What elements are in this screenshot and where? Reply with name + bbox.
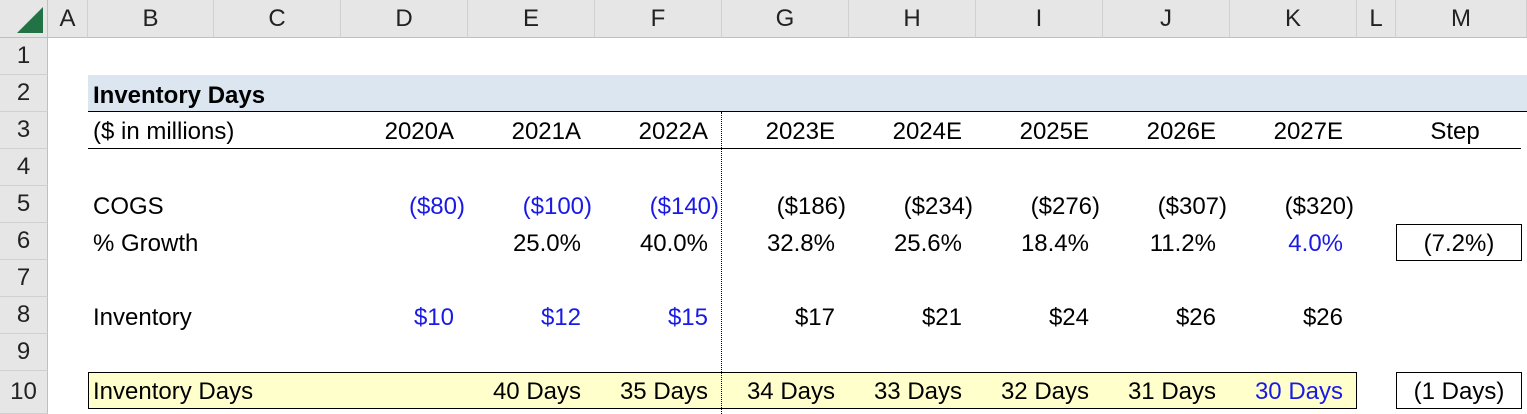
column-header-a[interactable]: A bbox=[48, 0, 88, 38]
inventory-days-2025e[interactable]: 32 Days bbox=[976, 373, 1089, 410]
inventory-days-2024e[interactable]: 33 Days bbox=[849, 373, 962, 410]
column-header-m[interactable]: M bbox=[1396, 0, 1527, 38]
select-all-corner[interactable] bbox=[0, 0, 48, 38]
year-2023e[interactable]: 2023E bbox=[722, 113, 835, 150]
cogs-2021a[interactable]: ($100) bbox=[468, 188, 592, 225]
inventory-2022a[interactable]: $15 bbox=[595, 299, 708, 336]
row-header-2[interactable]: 2 bbox=[0, 75, 48, 112]
inventory-days-2021a[interactable]: 40 Days bbox=[468, 373, 581, 410]
sheet-title[interactable]: Inventory Days bbox=[93, 77, 265, 114]
growth-2024e[interactable]: 25.6% bbox=[849, 225, 962, 262]
growth-2027e[interactable]: 4.0% bbox=[1230, 225, 1343, 262]
year-2027e[interactable]: 2027E bbox=[1230, 113, 1343, 150]
inventory-2024e[interactable]: $21 bbox=[849, 299, 962, 336]
growth-label[interactable]: % Growth bbox=[93, 225, 198, 262]
step-header[interactable]: Step bbox=[1396, 113, 1514, 150]
column-header-f[interactable]: F bbox=[595, 0, 722, 38]
growth-step-value[interactable]: (7.2%) bbox=[1396, 225, 1522, 262]
inventory-2023e[interactable]: $17 bbox=[722, 299, 835, 336]
year-2026e[interactable]: 2026E bbox=[1103, 113, 1216, 150]
row-header-9[interactable]: 9 bbox=[0, 334, 48, 371]
inventory-days-2027e[interactable]: 30 Days bbox=[1230, 373, 1343, 410]
inventory-2027e[interactable]: $26 bbox=[1230, 299, 1343, 336]
row-header-3[interactable]: 3 bbox=[0, 112, 48, 149]
row-header-4[interactable]: 4 bbox=[0, 149, 48, 186]
year-2025e[interactable]: 2025E bbox=[976, 113, 1089, 150]
year-2020a[interactable]: 2020A bbox=[341, 113, 454, 150]
inventory-days-step-value[interactable]: (1 Days) bbox=[1396, 373, 1522, 410]
growth-2021a[interactable]: 25.0% bbox=[468, 225, 581, 262]
inventory-days-2023e[interactable]: 34 Days bbox=[722, 373, 835, 410]
row-header-1[interactable]: 1 bbox=[0, 38, 48, 75]
inventory-days-label[interactable]: Inventory Days bbox=[93, 373, 253, 410]
year-2024e[interactable]: 2024E bbox=[849, 113, 962, 150]
year-2021a[interactable]: 2021A bbox=[468, 113, 581, 150]
cogs-2025e[interactable]: ($276) bbox=[976, 188, 1100, 225]
cogs-2022a[interactable]: ($140) bbox=[595, 188, 719, 225]
inventory-days-2026e[interactable]: 31 Days bbox=[1103, 373, 1216, 410]
inventory-2020a[interactable]: $10 bbox=[341, 299, 454, 336]
inventory-label[interactable]: Inventory bbox=[93, 299, 192, 336]
inventory-2026e[interactable]: $26 bbox=[1103, 299, 1216, 336]
column-header-d[interactable]: D bbox=[341, 0, 468, 38]
row-header-7[interactable]: 7 bbox=[0, 260, 48, 297]
cogs-2023e[interactable]: ($186) bbox=[722, 188, 846, 225]
growth-2025e[interactable]: 18.4% bbox=[976, 225, 1089, 262]
column-header-b[interactable]: B bbox=[88, 0, 214, 38]
column-header-j[interactable]: J bbox=[1103, 0, 1230, 38]
column-header-h[interactable]: H bbox=[849, 0, 976, 38]
historical-forecast-divider bbox=[721, 112, 722, 414]
cogs-2026e[interactable]: ($307) bbox=[1103, 188, 1227, 225]
row-header-8[interactable]: 8 bbox=[0, 297, 48, 334]
cogs-2024e[interactable]: ($234) bbox=[849, 188, 973, 225]
growth-2023e[interactable]: 32.8% bbox=[722, 225, 835, 262]
inventory-days-2022a[interactable]: 35 Days bbox=[595, 373, 708, 410]
spreadsheet-grid: A B C D E F G H I J K L M 1 2 3 4 5 6 7 … bbox=[0, 0, 1527, 414]
column-header-g[interactable]: G bbox=[722, 0, 849, 38]
column-header-i[interactable]: I bbox=[976, 0, 1103, 38]
year-2022a[interactable]: 2022A bbox=[595, 113, 708, 150]
row-header-10[interactable]: 10 bbox=[0, 371, 48, 414]
column-header-e[interactable]: E bbox=[468, 0, 595, 38]
title-band bbox=[88, 75, 1527, 112]
column-header-k[interactable]: K bbox=[1230, 0, 1357, 38]
cogs-label[interactable]: COGS bbox=[93, 188, 164, 225]
growth-2022a[interactable]: 40.0% bbox=[595, 225, 708, 262]
cogs-2027e[interactable]: ($320) bbox=[1230, 188, 1354, 225]
growth-2026e[interactable]: 11.2% bbox=[1103, 225, 1216, 262]
column-header-l[interactable]: L bbox=[1357, 0, 1396, 38]
inventory-2021a[interactable]: $12 bbox=[468, 299, 581, 336]
inventory-2025e[interactable]: $24 bbox=[976, 299, 1089, 336]
units-label[interactable]: ($ in millions) bbox=[93, 113, 234, 150]
select-all-triangle-icon bbox=[17, 7, 43, 33]
column-header-c[interactable]: C bbox=[214, 0, 341, 38]
row-header-6[interactable]: 6 bbox=[0, 223, 48, 260]
cogs-2020a[interactable]: ($80) bbox=[341, 188, 465, 225]
row-header-5[interactable]: 5 bbox=[0, 186, 48, 223]
